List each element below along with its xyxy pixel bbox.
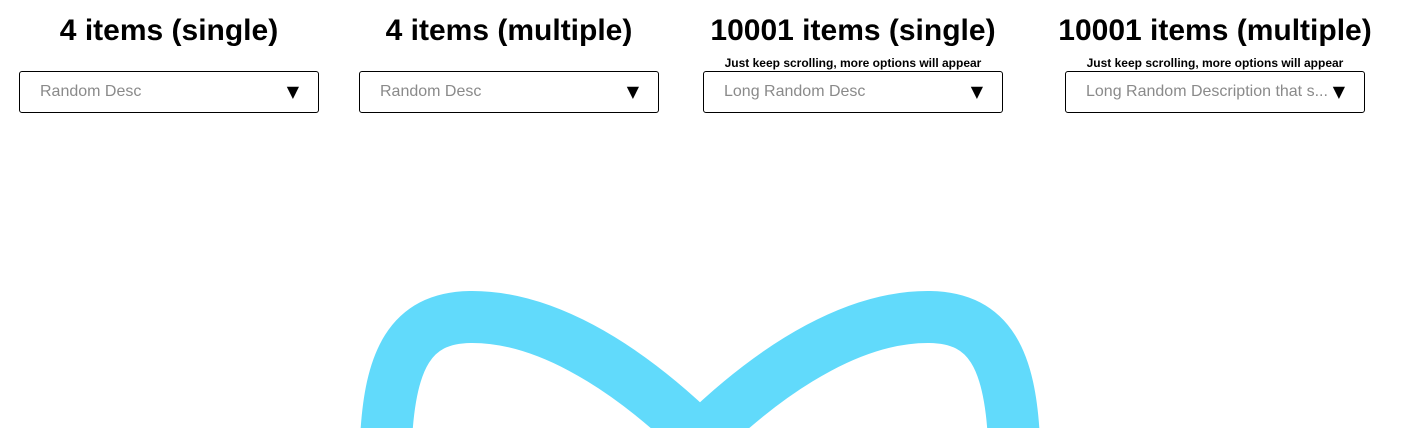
select-value: Long Random Desc <box>724 83 866 100</box>
column-hint: Just keep scrolling, more options will a… <box>724 56 982 70</box>
dropdown-demo-row: 4 items (single) Random Desc ▼ 4 items (… <box>0 0 1412 130</box>
column-title: 4 items (single) <box>59 14 279 47</box>
triangle-down-icon: ▼ <box>1332 82 1345 101</box>
column-title: 10001 items (single) <box>710 14 996 47</box>
select-value: Random Desc <box>380 83 482 100</box>
column-10001-items-multiple: 10001 items (multiple) Just keep scrolli… <box>1040 0 1390 125</box>
triangle-down-icon: ▼ <box>626 82 639 101</box>
column-title: 4 items (multiple) <box>385 14 633 47</box>
column-4-items-multiple: 4 items (multiple) Random Desc ▼ <box>359 0 659 125</box>
column-10001-items-single: 10001 items (single) Just keep scrolling… <box>693 0 1013 125</box>
react-logo-icon <box>340 270 1060 428</box>
select-4-items-single[interactable]: Random Desc ▼ <box>19 71 319 113</box>
select-value: Random Desc <box>40 83 142 100</box>
column-4-items-single: 4 items (single) Random Desc ▼ <box>19 0 319 125</box>
triangle-down-icon: ▼ <box>970 82 983 101</box>
column-title: 10001 items (multiple) <box>1058 14 1372 47</box>
select-4-items-multiple[interactable]: Random Desc ▼ <box>359 71 659 113</box>
select-value: Long Random Description that s... <box>1086 83 1328 100</box>
select-10001-items-single[interactable]: Long Random Desc ▼ <box>703 71 1003 113</box>
triangle-down-icon: ▼ <box>286 82 299 101</box>
column-hint: Just keep scrolling, more options will a… <box>1086 56 1344 70</box>
select-10001-items-multiple[interactable]: Long Random Description that s... ▼ <box>1065 71 1365 113</box>
